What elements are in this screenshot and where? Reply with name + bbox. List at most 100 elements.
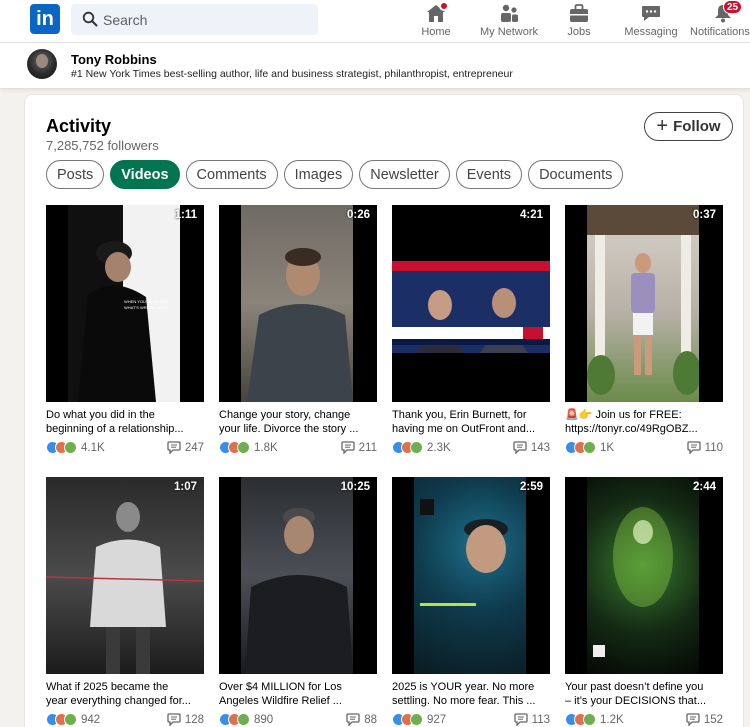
home-notification-dot [439,1,449,11]
caption-line: your life. Divorce the story ... [219,423,359,435]
video-caption[interactable]: Over $4 MILLION for Los Angeles Wildfire… [219,680,377,708]
celebrate-reaction-icon [583,713,596,726]
video-thumbnail[interactable]: 0:26 [219,205,377,402]
tab-posts[interactable]: Posts [46,160,105,189]
search-box[interactable] [71,4,318,35]
comments[interactable]: 152 [686,713,723,726]
video-duration: 2:59 [519,481,543,493]
tab-images[interactable]: Images [283,160,354,189]
reactions[interactable]: 1K [565,441,614,454]
video-duration: 1:11 [174,209,197,221]
comment-icon [687,441,701,454]
nav-my-network[interactable]: My Network [477,3,541,41]
reactions[interactable]: 1.8K [219,441,278,454]
linkedin-logo-icon[interactable]: in [30,4,60,34]
nav-home[interactable]: Home [418,1,454,41]
nav-messaging[interactable]: Messaging [621,3,681,41]
video-thumbnail[interactable]: 0:37 [565,205,723,402]
network-icon [501,4,518,22]
reaction-count: 1.2K [600,713,624,726]
reactions[interactable]: 4.1K [46,441,105,454]
video-stats: 1K 110 [565,441,723,455]
tab-events[interactable]: Events [455,160,523,189]
followers-count: 7,285,752 followers [46,138,159,153]
comments[interactable]: 211 [341,441,377,454]
tab-videos[interactable]: Videos [110,160,180,189]
video-thumbnail[interactable]: 2:44 [565,477,723,674]
profile-header: Tony Robbins #1 New York Times best-sell… [0,43,750,89]
video-stats: 927 113 [392,713,550,727]
search-input[interactable] [103,4,303,35]
caption-line: year everything changed for... [46,695,191,707]
speaker-silhouette [245,508,353,674]
comment-icon [514,713,528,726]
activity-card: Activity 7,285,752 followers + Follow Po… [24,94,744,727]
comments[interactable]: 88 [346,713,377,726]
video-caption[interactable]: What if 2025 became the year everything … [46,680,204,708]
celebrate-reaction-icon [237,441,250,454]
video-caption[interactable]: Change your story, change your life. Div… [219,408,377,436]
comment-icon [346,713,360,726]
comment-icon [341,441,355,454]
caption-line: Over $4 MILLION for Los [219,681,342,693]
video-thumbnail[interactable]: 10:25 [219,477,377,674]
video-stats: 890 88 [219,713,377,727]
celebrate-reaction-icon [410,441,423,454]
caption-line: Change your story, change [219,409,351,421]
nav-jobs[interactable]: Jobs [564,3,594,41]
video-thumbnail[interactable]: 4:21 [392,205,550,402]
search-icon [82,11,98,27]
video-thumbnail[interactable]: 2:59 [392,477,550,674]
video-scene [46,477,204,674]
caption-line: Your past doesn’t define you [565,681,704,693]
video-duration: 2:44 [692,481,716,493]
video-caption[interactable]: Do what you did in the beginning of a re… [46,408,204,436]
reaction-count: 2.3K [427,441,451,454]
reactions[interactable]: 942 [46,713,100,726]
caption-line: 🚨👉 Join us for FREE: [565,408,723,422]
plus-icon: + [656,114,669,137]
video-scene [414,477,526,674]
reactions[interactable]: 2.3K [392,441,451,454]
celebrate-reaction-icon [64,713,77,726]
video-duration: 1:07 [173,481,197,493]
video-scene [587,205,701,402]
tab-comments[interactable]: Comments [185,160,278,189]
celebrate-reaction-icon [237,713,250,726]
message-icon [642,6,660,21]
activity-title: Activity [46,116,112,136]
speaker-silhouette: WHEN YOU'RE IN LOVE WHAT'S WRONG WITH [68,205,180,402]
caption-text: Angeles Wildfire Relief ... [219,695,342,707]
profile-name[interactable]: Tony Robbins [71,52,157,67]
video-thumbnail[interactable]: 1:07 [46,477,204,674]
reactions[interactable]: 927 [392,713,446,726]
video-caption[interactable]: Thank you, Erin Burnett, for having me o… [392,408,550,436]
caption-line: settling. No more fear. This ... [392,695,536,707]
celebrate-reaction-icon [410,713,423,726]
reactions[interactable]: 1.2K [565,713,624,726]
notifications-badge: 25 [723,0,743,14]
comments[interactable]: 143 [513,441,550,454]
tab-newsletter[interactable]: Newsletter [359,160,450,189]
comment-count: 143 [530,441,550,454]
reactions[interactable]: 890 [219,713,273,726]
nav-my-network-label: My Network [479,26,539,38]
video-thumbnail[interactable]: WHEN YOU'RE IN LOVE WHAT'S WRONG WITH 1:… [46,205,204,402]
tab-documents[interactable]: Documents [528,160,624,189]
avatar[interactable] [27,49,57,79]
video-caption[interactable]: 2025 is YOUR year. No more settling. No … [392,680,550,708]
video-stats: 1.2K 152 [565,713,723,727]
video-caption[interactable]: Your past doesn’t define you – it’s your… [565,680,723,708]
comments[interactable]: 110 [687,441,723,454]
caption-line: What if 2025 became the [46,681,169,693]
caption-line: Angeles Wildfire Relief ... [219,694,377,708]
comments[interactable]: 113 [514,713,550,726]
briefcase-icon [570,4,588,22]
video-caption[interactable]: 🚨👉 Join us for FREE: https://tonyr.co/49… [565,408,723,436]
follow-button[interactable]: + Follow [644,112,733,141]
comment-count: 88 [364,713,377,726]
comments[interactable]: 247 [167,441,204,454]
nav-notifications[interactable]: 25 Notifications [690,0,750,41]
comments[interactable]: 128 [167,713,204,726]
video-duration: 4:21 [519,209,543,221]
